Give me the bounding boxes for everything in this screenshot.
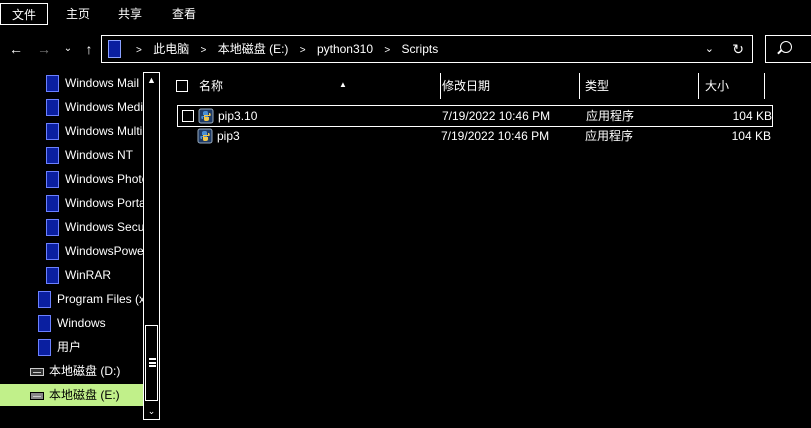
folder-icon: [46, 243, 59, 260]
tab-view[interactable]: 查看: [162, 3, 206, 25]
chevron-down-icon[interactable]: ⌄: [60, 39, 76, 59]
file-size: 104 KB: [731, 129, 771, 143]
scroll-down-icon[interactable]: ⌄: [144, 404, 159, 419]
nav-item-windowspowershell[interactable]: WindowsPowerShell: [44, 240, 160, 262]
nav-item-windows-portable-devices[interactable]: Windows Portable Devices: [44, 192, 160, 214]
nav-item-windows-mail[interactable]: Windows Mail: [44, 72, 144, 94]
folder-icon: [46, 219, 59, 236]
file-name: pip3.10: [218, 109, 258, 123]
nav-item-program-files-x86[interactable]: Program Files (x86): [36, 288, 160, 310]
column-header-size[interactable]: 大小: [705, 73, 765, 99]
file-row-pip3[interactable]: pip3 7/19/2022 10:46 PM 应用程序 104 KB: [177, 126, 773, 148]
folder-icon: [38, 339, 51, 356]
nav-item-drive-e[interactable]: 本地磁盘 (E:): [0, 384, 144, 406]
column-header-name[interactable]: ▲ 名称: [199, 73, 441, 99]
grip-icon: [149, 358, 156, 367]
breadcrumb: > 此电脑 > 本地磁盘 (E:) > python310 > Scripts: [128, 36, 438, 62]
row-checkbox[interactable]: [182, 110, 194, 122]
drive-icon: [30, 392, 44, 400]
navigation-pane: Windows Mail Windows Media Player Window…: [0, 70, 160, 428]
python-app-icon: [198, 108, 214, 124]
folder-icon: [46, 171, 59, 188]
chevron-right-icon[interactable]: >: [193, 38, 215, 64]
column-header-type[interactable]: 类型: [585, 73, 699, 99]
breadcrumb-drive-e[interactable]: 本地磁盘 (E:): [218, 36, 289, 62]
nav-pane-scrollbar[interactable]: ▲ ⌄: [143, 72, 160, 420]
tab-share[interactable]: 共享: [108, 3, 152, 25]
breadcrumb-scripts[interactable]: Scripts: [402, 36, 439, 62]
file-row-pip3-10[interactable]: pip3.10 7/19/2022 10:46 PM 应用程序 104 KB: [177, 105, 773, 127]
file-type: 应用程序: [586, 109, 635, 123]
forward-arrow-icon[interactable]: →: [34, 39, 54, 59]
nav-item-winrar[interactable]: WinRAR: [44, 264, 144, 286]
file-date: 7/19/2022 10:46 PM: [442, 109, 551, 123]
chevron-right-icon[interactable]: >: [128, 38, 150, 64]
folder-icon: [46, 99, 59, 116]
folder-icon: [46, 123, 59, 140]
file-size: 104 KB: [732, 109, 772, 123]
tab-file[interactable]: 文件: [0, 3, 48, 25]
nav-item-windows-media-player[interactable]: Windows Media Player: [44, 96, 160, 118]
nav-item-windows-photo-viewer[interactable]: Windows Photo Viewer: [44, 168, 160, 190]
scroll-up-icon[interactable]: ▲: [144, 73, 159, 88]
search-icon: [780, 41, 792, 53]
search-box[interactable]: [765, 35, 811, 63]
tab-home[interactable]: 主页: [56, 3, 100, 25]
folder-icon: [46, 147, 59, 164]
nav-item-users[interactable]: 用户: [36, 336, 144, 358]
up-arrow-icon[interactable]: ↑: [80, 39, 98, 59]
folder-icon: [38, 291, 51, 308]
scrollbar-thumb[interactable]: [145, 325, 158, 401]
folder-icon: [108, 40, 121, 58]
breadcrumb-this-pc[interactable]: 此电脑: [153, 36, 189, 62]
folder-icon: [46, 75, 59, 92]
select-all-checkbox[interactable]: [176, 80, 188, 92]
folder-icon: [38, 315, 51, 332]
file-type: 应用程序: [585, 129, 634, 143]
address-bar[interactable]: > 此电脑 > 本地磁盘 (E:) > python310 > Scripts …: [101, 35, 753, 63]
nav-item-windows-nt[interactable]: Windows NT: [44, 144, 144, 166]
refresh-icon[interactable]: ↻: [732, 36, 744, 62]
file-date: 7/19/2022 10:46 PM: [441, 129, 550, 143]
address-dropdown-icon[interactable]: ⌄: [705, 36, 714, 62]
nav-item-drive-d[interactable]: 本地磁盘 (D:): [28, 360, 144, 382]
breadcrumb-python310[interactable]: python310: [317, 36, 373, 62]
file-name: pip3: [217, 129, 240, 143]
file-list: ▲ 名称 修改日期 类型 大小 pip3.10 7/19/2022 10:46 …: [161, 70, 811, 428]
nav-item-windows[interactable]: Windows: [36, 312, 144, 334]
sort-ascending-icon: ▲: [339, 80, 347, 89]
drive-icon: [30, 368, 44, 376]
folder-icon: [46, 195, 59, 212]
column-header-date[interactable]: 修改日期: [442, 73, 580, 99]
nav-item-windows-security[interactable]: Windows Security: [44, 216, 160, 238]
back-arrow-icon[interactable]: ←: [6, 39, 26, 59]
nav-item-windows-multimedia[interactable]: Windows Multimedia Platform: [44, 120, 160, 142]
chevron-right-icon[interactable]: >: [376, 38, 398, 64]
chevron-right-icon[interactable]: >: [292, 38, 314, 64]
python-app-icon: [197, 128, 213, 144]
ribbon: 文件 主页 共享 查看: [0, 0, 811, 28]
folder-icon: [46, 267, 59, 284]
